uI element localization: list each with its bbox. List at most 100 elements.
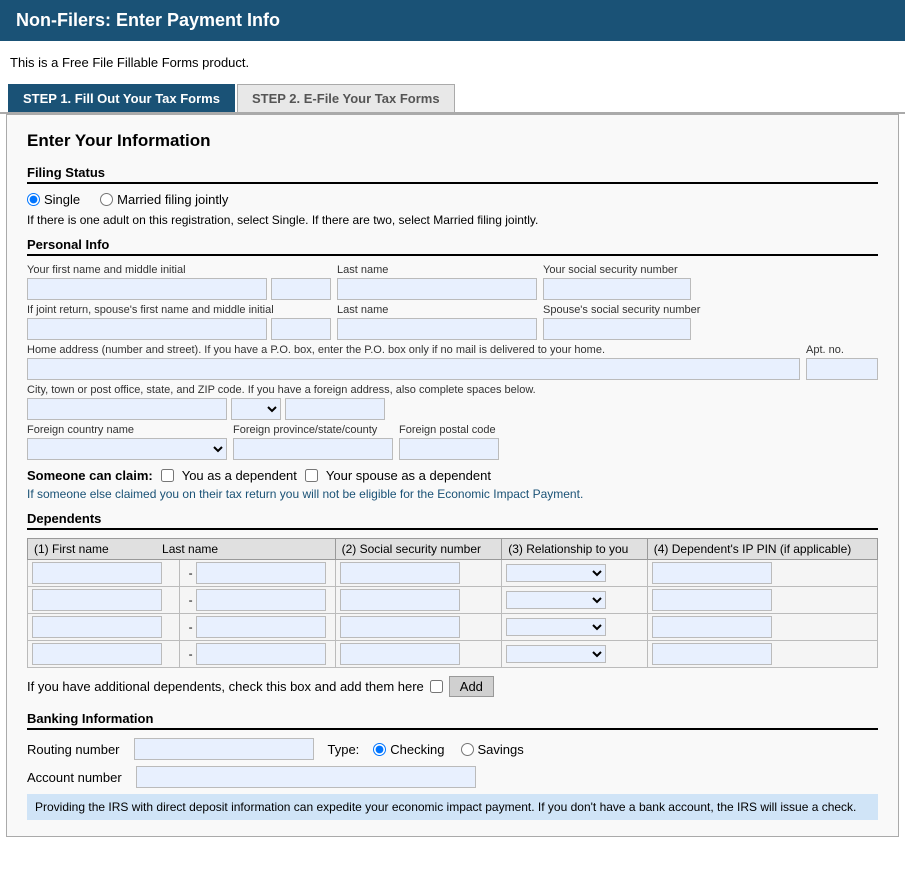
apt-input[interactable]: [806, 358, 878, 380]
dep-dash-cell: -: [179, 587, 335, 614]
add-button[interactable]: Add: [449, 676, 494, 697]
foreign-province-input[interactable]: [233, 438, 393, 460]
joint-first-label: If joint return, spouse's first name and…: [27, 304, 331, 316]
filing-status-row: Single Married filing jointly: [27, 192, 878, 207]
joint-ssn-group: Spouse's social security number: [543, 304, 700, 340]
joint-ssn-input[interactable]: [543, 318, 691, 340]
form-title: Enter Your Information: [27, 131, 878, 151]
spouse-dependent-checkbox[interactable]: [305, 469, 318, 482]
state-select[interactable]: [231, 398, 281, 420]
dep-last-input[interactable]: [196, 589, 326, 611]
city-label: City, town or post office, state, and ZI…: [27, 384, 878, 396]
dep-ssn-cell: [335, 641, 502, 668]
routing-row: Routing number Type: Checking Savings: [27, 738, 878, 760]
last-name-label: Last name: [337, 264, 537, 276]
dep-pin-input[interactable]: [652, 589, 772, 611]
you-dependent-label: You as a dependent: [182, 468, 297, 483]
personal-info-section-title: Personal Info: [27, 237, 878, 256]
savings-option[interactable]: Savings: [461, 742, 524, 757]
dep-first-input[interactable]: [32, 643, 162, 665]
ssn-input[interactable]: [543, 278, 691, 300]
foreign-postal-label: Foreign postal code: [399, 424, 499, 436]
ssn-label: Your social security number: [543, 264, 691, 276]
spouse-dependent-label: Your spouse as a dependent: [326, 468, 491, 483]
dep-last-input[interactable]: [196, 562, 326, 584]
dep-ssn-input[interactable]: [340, 589, 460, 611]
checking-option[interactable]: Checking: [373, 742, 444, 757]
dep-col-ssn: (2) Social security number: [335, 539, 502, 560]
ssn-group: Your social security number: [543, 264, 691, 300]
savings-radio[interactable]: [461, 743, 474, 756]
single-option[interactable]: Single: [27, 192, 80, 207]
account-input[interactable]: [136, 766, 476, 788]
dep-rel-select[interactable]: [506, 591, 606, 609]
first-name-label: Your first name and middle initial: [27, 264, 331, 276]
dep-dash-cell: -: [179, 560, 335, 587]
address-group: Home address (number and street). If you…: [27, 344, 800, 380]
single-radio[interactable]: [27, 193, 40, 206]
foreign-country-label: Foreign country name: [27, 424, 227, 436]
filing-status-note: If there is one adult on this registrati…: [27, 213, 878, 227]
married-radio[interactable]: [100, 193, 113, 206]
dep-first-cell: [28, 587, 180, 614]
dep-ssn-input[interactable]: [340, 643, 460, 665]
dep-first-cell: [28, 560, 180, 587]
checking-radio[interactable]: [373, 743, 386, 756]
dep-ssn-cell: [335, 587, 502, 614]
foreign-postal-input[interactable]: [399, 438, 499, 460]
first-name-input[interactable]: [27, 278, 267, 300]
last-name-input[interactable]: [337, 278, 537, 300]
dep-first-input[interactable]: [32, 589, 162, 611]
joint-last-group: Last name: [337, 304, 537, 340]
dep-pin-input[interactable]: [652, 643, 772, 665]
you-dependent-checkbox[interactable]: [161, 469, 174, 482]
dep-dash-cell: -: [179, 614, 335, 641]
table-row: -: [28, 587, 878, 614]
tab-step1[interactable]: STEP 1. Fill Out Your Tax Forms: [8, 84, 235, 112]
banking-section-title: Banking Information: [27, 711, 878, 730]
zip-input[interactable]: [285, 398, 385, 420]
dep-col-pin: (4) Dependent's IP PIN (if applicable): [647, 539, 877, 560]
dep-rel-select[interactable]: [506, 564, 606, 582]
dep-rel-select[interactable]: [506, 645, 606, 663]
dep-col-rel: (3) Relationship to you: [502, 539, 648, 560]
middle-initial-input[interactable]: [271, 278, 331, 300]
claim-note: If someone else claimed you on their tax…: [27, 487, 878, 501]
tab-step2[interactable]: STEP 2. E-File Your Tax Forms: [237, 84, 455, 112]
subtitle: This is a Free File Fillable Forms produ…: [0, 41, 905, 84]
city-state-zip-group: City, town or post office, state, and ZI…: [27, 384, 878, 420]
dep-last-input[interactable]: [196, 643, 326, 665]
account-label: Account number: [27, 770, 122, 785]
dep-ssn-cell: [335, 560, 502, 587]
foreign-row: Foreign country name Foreign province/st…: [27, 424, 878, 460]
add-dependents-checkbox[interactable]: [430, 680, 443, 693]
dep-pin-cell: [647, 560, 877, 587]
dep-pin-input[interactable]: [652, 562, 772, 584]
personal-row-2: If joint return, spouse's first name and…: [27, 304, 878, 340]
city-input[interactable]: [27, 398, 227, 420]
dep-last-input[interactable]: [196, 616, 326, 638]
filing-status-section-title: Filing Status: [27, 165, 878, 184]
joint-last-input[interactable]: [337, 318, 537, 340]
someone-claim-label: Someone can claim:: [27, 468, 153, 483]
add-dependents-note: If you have additional dependents, check…: [27, 679, 424, 694]
banking-note: Providing the IRS with direct deposit in…: [27, 794, 878, 820]
dep-ssn-input[interactable]: [340, 616, 460, 638]
joint-middle-input[interactable]: [271, 318, 331, 340]
joint-first-input[interactable]: [27, 318, 267, 340]
dep-first-cell: [28, 641, 180, 668]
foreign-country-select[interactable]: [27, 438, 227, 460]
dep-ssn-input[interactable]: [340, 562, 460, 584]
dep-first-input[interactable]: [32, 562, 162, 584]
dep-first-input[interactable]: [32, 616, 162, 638]
address-input[interactable]: [27, 358, 800, 380]
type-label: Type:: [328, 742, 360, 757]
dep-pin-input[interactable]: [652, 616, 772, 638]
dep-rel-select[interactable]: [506, 618, 606, 636]
dep-rel-cell: [502, 587, 648, 614]
routing-input[interactable]: [134, 738, 314, 760]
dependents-section-title: Dependents: [27, 511, 878, 530]
table-row: -: [28, 614, 878, 641]
married-option[interactable]: Married filing jointly: [100, 192, 228, 207]
page-header: Non-Filers: Enter Payment Info: [0, 0, 905, 41]
